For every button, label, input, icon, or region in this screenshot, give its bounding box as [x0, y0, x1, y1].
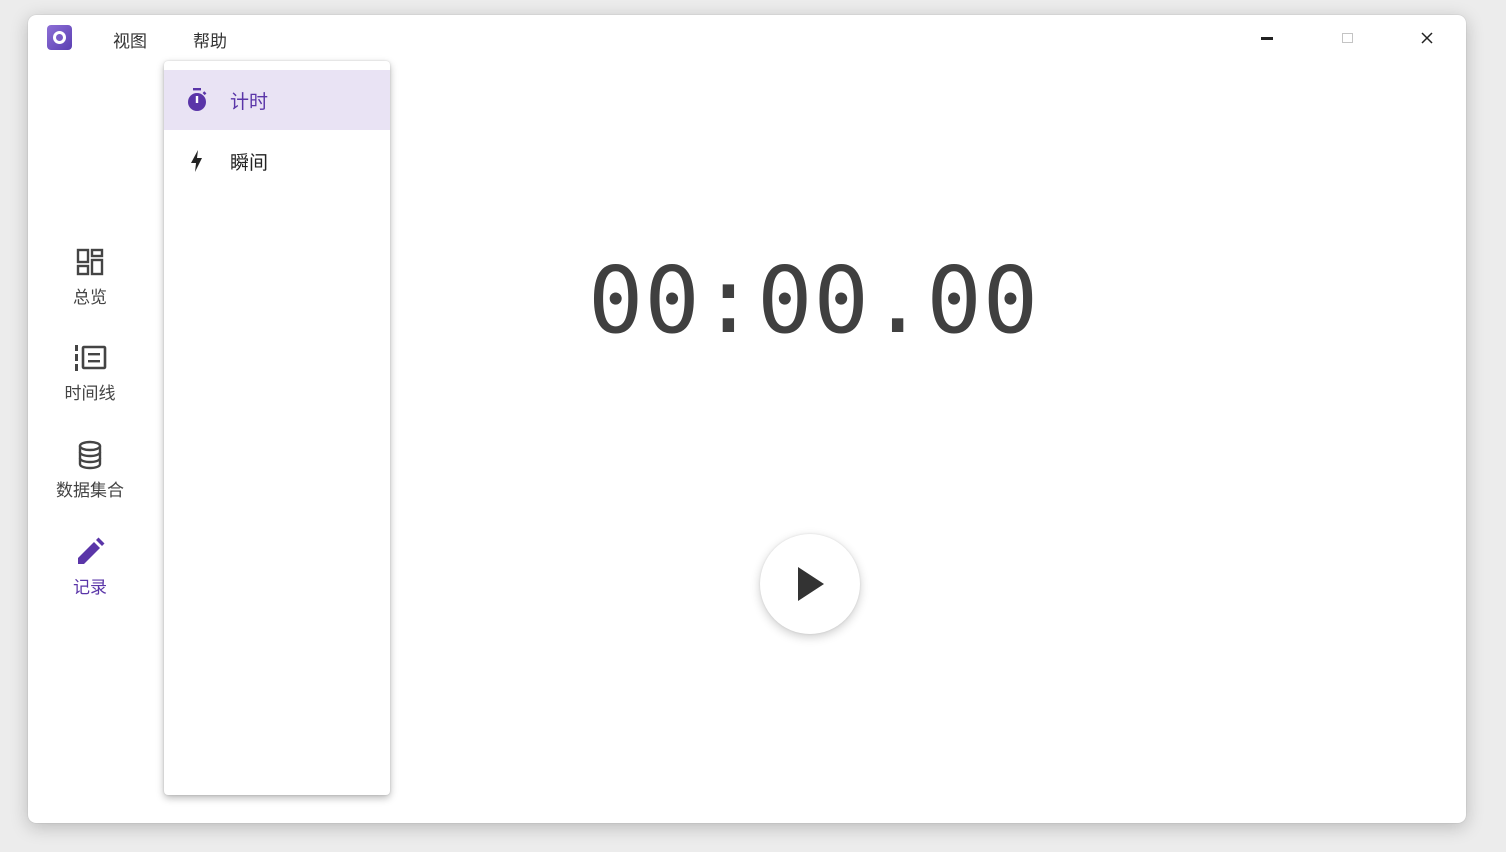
close-button[interactable]: [1404, 23, 1450, 53]
nav-item-timeline[interactable]: 时间线: [38, 343, 142, 423]
menu-item-timer[interactable]: 计时: [164, 70, 390, 130]
title-bar: 视图 帮助: [28, 15, 1466, 61]
close-icon: [1421, 32, 1433, 44]
view-menu-dropdown: 计时 瞬间: [164, 61, 390, 795]
minimize-button[interactable]: [1244, 23, 1290, 53]
dashboard-icon: [76, 248, 104, 276]
app-logo-icon: [47, 25, 72, 50]
menu-help[interactable]: 帮助: [193, 27, 227, 52]
minimize-icon: [1261, 36, 1273, 40]
nav-label-timeline: 时间线: [64, 384, 116, 404]
menu-item-instant-label: 瞬间: [230, 151, 269, 174]
lightning-icon: [191, 150, 202, 172]
nav-item-record[interactable]: 记录: [38, 537, 142, 617]
database-icon: [78, 440, 102, 470]
stopwatch-icon: [188, 88, 207, 111]
play-button[interactable]: [760, 534, 860, 634]
menu-item-timer-label: 计时: [230, 90, 269, 113]
nav-label-datasets: 数据集合: [56, 481, 124, 501]
app-window: 视图 帮助 总览 时间线 数据集合 记录 计时 瞬间 00:00.00: [28, 15, 1466, 823]
nav-label-record: 记录: [73, 578, 107, 598]
pencil-icon: [78, 537, 105, 564]
maximize-icon: [1341, 33, 1353, 43]
play-icon: [798, 567, 824, 601]
timeline-list-icon: [75, 345, 107, 371]
menu-item-instant[interactable]: 瞬间: [164, 131, 390, 191]
nav-item-datasets[interactable]: 数据集合: [38, 440, 142, 520]
menu-view[interactable]: 视图: [113, 27, 147, 52]
maximize-button[interactable]: [1324, 23, 1370, 53]
timer-display: 00:00.00: [588, 247, 1040, 354]
nav-rail: 总览 时间线 数据集合 记录: [28, 61, 152, 823]
nav-item-overview[interactable]: 总览: [38, 247, 142, 327]
nav-label-overview: 总览: [73, 288, 107, 308]
